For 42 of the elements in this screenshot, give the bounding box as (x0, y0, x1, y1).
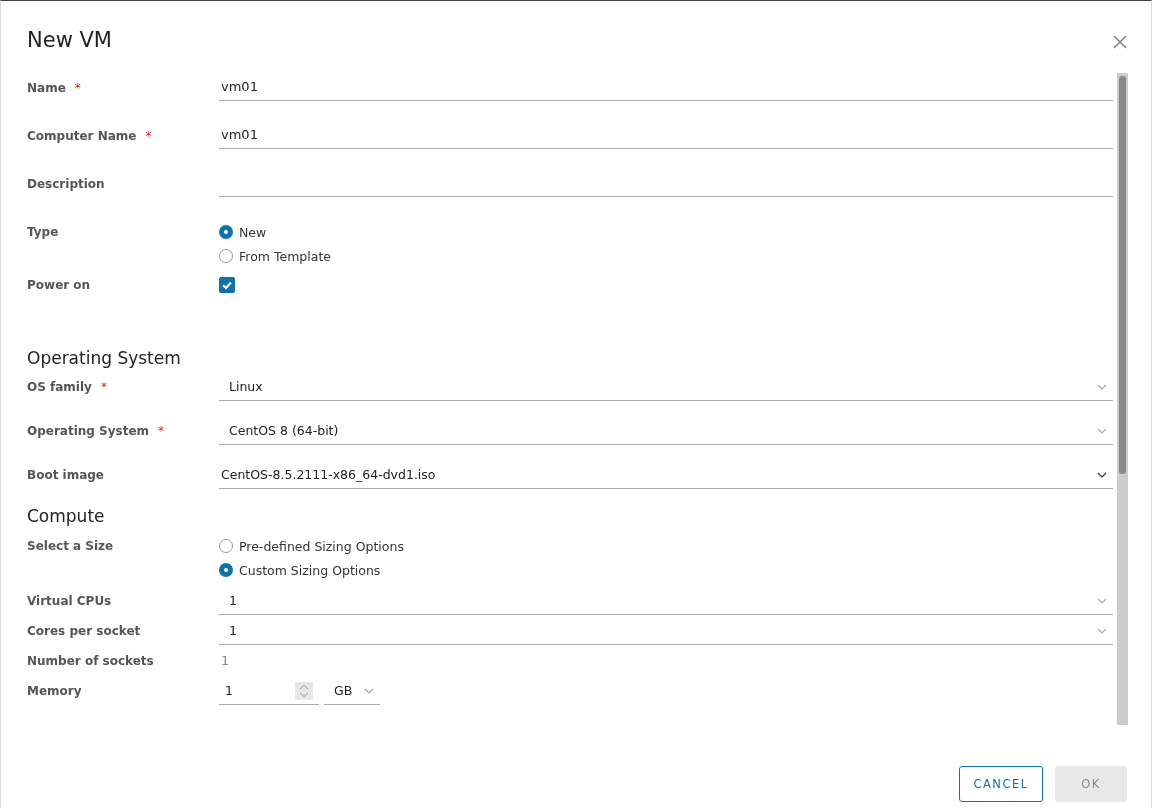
field-label: Name (27, 81, 66, 95)
spinner-icon[interactable] (295, 681, 313, 700)
field-label: Memory (27, 684, 82, 698)
number-field[interactable]: 1 (219, 677, 319, 705)
chevron-down-icon[interactable] (1097, 471, 1107, 478)
radio-label[interactable]: New (239, 224, 267, 240)
dropdown-select[interactable]: Linux (219, 373, 1113, 401)
checkbox[interactable] (219, 277, 235, 293)
section-heading: Compute (27, 506, 105, 526)
field-label: Cores per socket (27, 624, 141, 638)
radio-label[interactable]: From Template (239, 248, 331, 264)
required-asterisk: * (74, 81, 81, 95)
field-label: Power on (27, 278, 91, 292)
field-label: Type (27, 225, 59, 239)
field-label: Select a Size (27, 539, 114, 553)
unit-dropdown[interactable]: GB (324, 677, 380, 705)
field-label: Virtual CPUs (27, 594, 112, 608)
field-label: Number of sockets (27, 654, 154, 668)
required-asterisk: * (100, 380, 107, 394)
close-icon[interactable] (1113, 35, 1127, 49)
field-label: Computer Name (27, 129, 137, 143)
field-label: OS family (27, 380, 92, 394)
cancel-button[interactable]: CANCEL (959, 766, 1043, 802)
dropdown-select[interactable]: 1 (219, 587, 1113, 615)
field-value: 1 (220, 653, 230, 668)
radio-label[interactable]: Pre-defined Sizing Options (239, 538, 404, 554)
radio-button[interactable] (219, 539, 233, 553)
required-asterisk: * (158, 424, 165, 438)
dialog-title: New VM (27, 28, 112, 52)
section-heading: Operating System (27, 348, 181, 368)
radio-button[interactable] (219, 249, 233, 263)
field-label: Description (27, 177, 105, 191)
dropdown-select[interactable]: CentOS 8 (64-bit) (219, 417, 1113, 445)
field-label: Boot image (27, 468, 104, 482)
radio-label[interactable]: Custom Sizing Options (239, 562, 381, 578)
dropdown-select[interactable]: CentOS-8.5.2111-x86_64-dvd1.iso (219, 461, 1113, 489)
radio-button[interactable] (219, 225, 233, 239)
field-label: Operating System (27, 424, 150, 438)
scrollbar[interactable] (1117, 73, 1128, 725)
required-asterisk: * (145, 129, 152, 143)
radio-button[interactable] (219, 563, 233, 577)
dropdown-select[interactable]: 1 (219, 617, 1113, 645)
